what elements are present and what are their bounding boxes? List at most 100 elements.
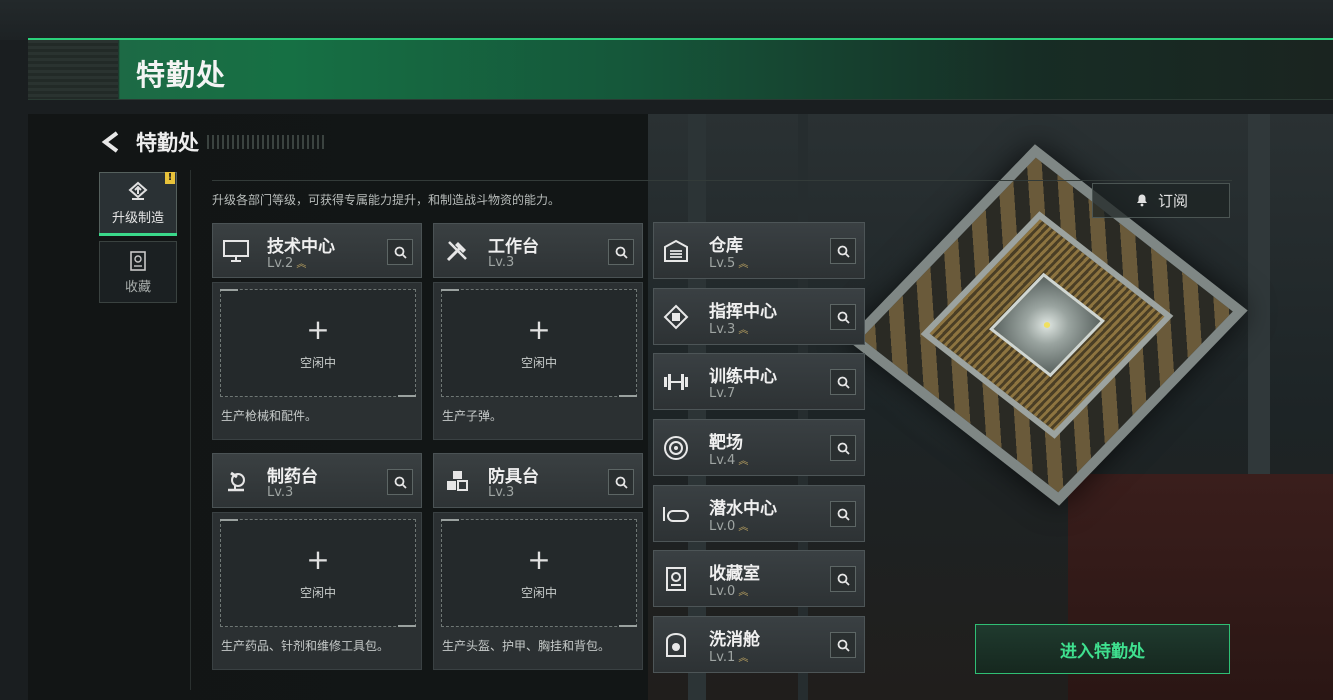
upgrade-icon bbox=[127, 181, 149, 203]
slot-status: 空闲中 bbox=[520, 356, 557, 370]
tab-collection[interactable]: 收藏 bbox=[99, 241, 177, 303]
dumbbell-icon bbox=[661, 367, 691, 397]
add-icon: + bbox=[306, 313, 330, 346]
facility-diving-center[interactable]: 潜水中心 Lv.0 ︽ bbox=[653, 485, 865, 542]
workbench-description: 生产子弹。 bbox=[442, 409, 503, 423]
tab-label: 升级制造 bbox=[111, 210, 164, 226]
microscope-icon bbox=[221, 467, 251, 495]
collection-icon bbox=[128, 250, 148, 272]
workbench-level: Lv.3 bbox=[267, 485, 294, 500]
workbench-level: Lv.2 ︽ bbox=[267, 256, 307, 271]
armor-cubes-icon bbox=[442, 467, 472, 495]
search-icon[interactable] bbox=[830, 501, 856, 527]
level-up-chevron-icon: ︽ bbox=[738, 522, 749, 533]
workbench-description: 生产枪械和配件。 bbox=[221, 409, 318, 423]
slot-status: 空闲中 bbox=[299, 586, 336, 600]
facility-name: 靶场 bbox=[709, 433, 743, 453]
workbench-level: Lv.3 bbox=[488, 485, 515, 500]
facility-name: 指挥中心 bbox=[709, 302, 777, 322]
section-description: 升级各部门等级，可获得专属能力提升，和制造战斗物资的能力。 bbox=[212, 193, 561, 207]
facility-collection-room[interactable]: 收藏室 Lv.0 ︽ bbox=[653, 550, 865, 607]
workbench-tech-center-body: + 空闲中 生产枪械和配件。 bbox=[212, 282, 422, 440]
title-stripe-deco bbox=[28, 40, 118, 99]
facility-training-center[interactable]: 训练中心 Lv.7 bbox=[653, 353, 865, 410]
production-slot[interactable]: + 空闲中 bbox=[441, 519, 637, 627]
tab-label: 收藏 bbox=[124, 279, 151, 295]
workbench-armor-header[interactable]: 防具台 Lv.3 bbox=[433, 453, 643, 508]
search-icon[interactable] bbox=[830, 304, 856, 330]
diving-mask-icon bbox=[661, 499, 691, 529]
search-icon[interactable] bbox=[387, 469, 413, 495]
slot-status: 空闲中 bbox=[299, 356, 336, 370]
target-icon bbox=[661, 433, 691, 463]
chip-icon bbox=[661, 302, 691, 332]
level-up-chevron-icon: ︽ bbox=[296, 259, 307, 270]
add-icon: + bbox=[527, 543, 551, 576]
back-arrow-icon[interactable] bbox=[100, 131, 122, 153]
facility-name: 收藏室 bbox=[709, 564, 760, 584]
search-icon[interactable] bbox=[387, 239, 413, 265]
workbench-armor-body: + 空闲中 生产头盔、护甲、胸挂和背包。 bbox=[433, 512, 643, 670]
workbench-name: 防具台 bbox=[488, 467, 539, 487]
workbench-workbench-header[interactable]: 工作台 Lv.3 bbox=[433, 223, 643, 278]
workbench-tech-center-header[interactable]: 技术中心 Lv.2 ︽ bbox=[212, 223, 422, 278]
search-icon[interactable] bbox=[830, 435, 856, 461]
divider bbox=[212, 180, 1232, 181]
top-strip bbox=[0, 0, 1333, 40]
tab-upgrade-manufacture[interactable]: ! 升级制造 bbox=[99, 172, 177, 236]
facility-warehouse[interactable]: 仓库 Lv.5 ︽ bbox=[653, 222, 865, 279]
facility-level: Lv.3 ︽ bbox=[709, 322, 749, 337]
production-slot[interactable]: + 空闲中 bbox=[220, 519, 416, 627]
hazard-icon bbox=[661, 630, 691, 660]
workbench-name: 制药台 bbox=[267, 467, 318, 487]
subscribe-button[interactable]: 订阅 bbox=[1092, 183, 1230, 218]
add-icon: + bbox=[306, 543, 330, 576]
facility-level: Lv.4 ︽ bbox=[709, 453, 749, 468]
search-icon[interactable] bbox=[608, 469, 634, 495]
subscribe-label: 订阅 bbox=[1157, 192, 1188, 210]
workbench-description: 生产药品、针剂和维修工具包。 bbox=[221, 639, 390, 653]
facility-level: Lv.7 bbox=[709, 386, 736, 401]
vault-icon bbox=[661, 564, 691, 594]
level-up-chevron-icon: ︽ bbox=[738, 259, 749, 270]
facility-name: 仓库 bbox=[709, 236, 743, 256]
facility-name: 潜水中心 bbox=[709, 499, 777, 519]
level-up-chevron-icon: ︽ bbox=[738, 653, 749, 664]
enter-special-ops-button[interactable]: 进入特勤处 bbox=[975, 624, 1230, 674]
workbench-name: 工作台 bbox=[488, 237, 539, 257]
workbench-pharmacy-body: + 空闲中 生产药品、针剂和维修工具包。 bbox=[212, 512, 422, 670]
workbench-pharmacy-header[interactable]: 制药台 Lv.3 bbox=[212, 453, 422, 508]
facility-level: Lv.1 ︽ bbox=[709, 650, 749, 665]
production-slot[interactable]: + 空闲中 bbox=[220, 289, 416, 397]
workbench-description: 生产头盔、护甲、胸挂和背包。 bbox=[442, 639, 611, 653]
title-bar: 特勤处 bbox=[28, 38, 1333, 100]
facility-command-center[interactable]: 指挥中心 Lv.3 ︽ bbox=[653, 288, 865, 345]
level-up-chevron-icon: ︽ bbox=[738, 456, 749, 467]
search-icon[interactable] bbox=[830, 238, 856, 264]
level-up-chevron-icon: ︽ bbox=[738, 587, 749, 598]
facility-decontamination-chamber[interactable]: 洗消舱 Lv.1 ︽ bbox=[653, 616, 865, 673]
facility-level: Lv.0 ︽ bbox=[709, 519, 749, 534]
workbench-name: 技术中心 bbox=[267, 237, 335, 257]
section-title: 特勤处 bbox=[136, 131, 199, 155]
divider bbox=[190, 170, 191, 690]
add-icon: + bbox=[527, 313, 551, 346]
search-icon[interactable] bbox=[830, 632, 856, 658]
level-up-chevron-icon: ︽ bbox=[738, 325, 749, 336]
facility-name: 训练中心 bbox=[709, 367, 777, 387]
back-row[interactable]: 特勤处 bbox=[100, 127, 350, 157]
page-title: 特勤处 bbox=[136, 58, 227, 92]
production-slot[interactable]: + 空闲中 bbox=[441, 289, 637, 397]
search-icon[interactable] bbox=[830, 566, 856, 592]
monitor-icon bbox=[221, 237, 251, 265]
bell-icon bbox=[1134, 191, 1150, 211]
tools-icon bbox=[442, 237, 472, 265]
title-deco bbox=[207, 135, 327, 149]
facility-shooting-range[interactable]: 靶场 Lv.4 ︽ bbox=[653, 419, 865, 476]
workbench-level: Lv.3 bbox=[488, 255, 515, 270]
facility-level: Lv.0 ︽ bbox=[709, 584, 749, 599]
search-icon[interactable] bbox=[830, 369, 856, 395]
facility-level: Lv.5 ︽ bbox=[709, 256, 749, 271]
search-icon[interactable] bbox=[608, 239, 634, 265]
warehouse-icon bbox=[661, 236, 691, 266]
